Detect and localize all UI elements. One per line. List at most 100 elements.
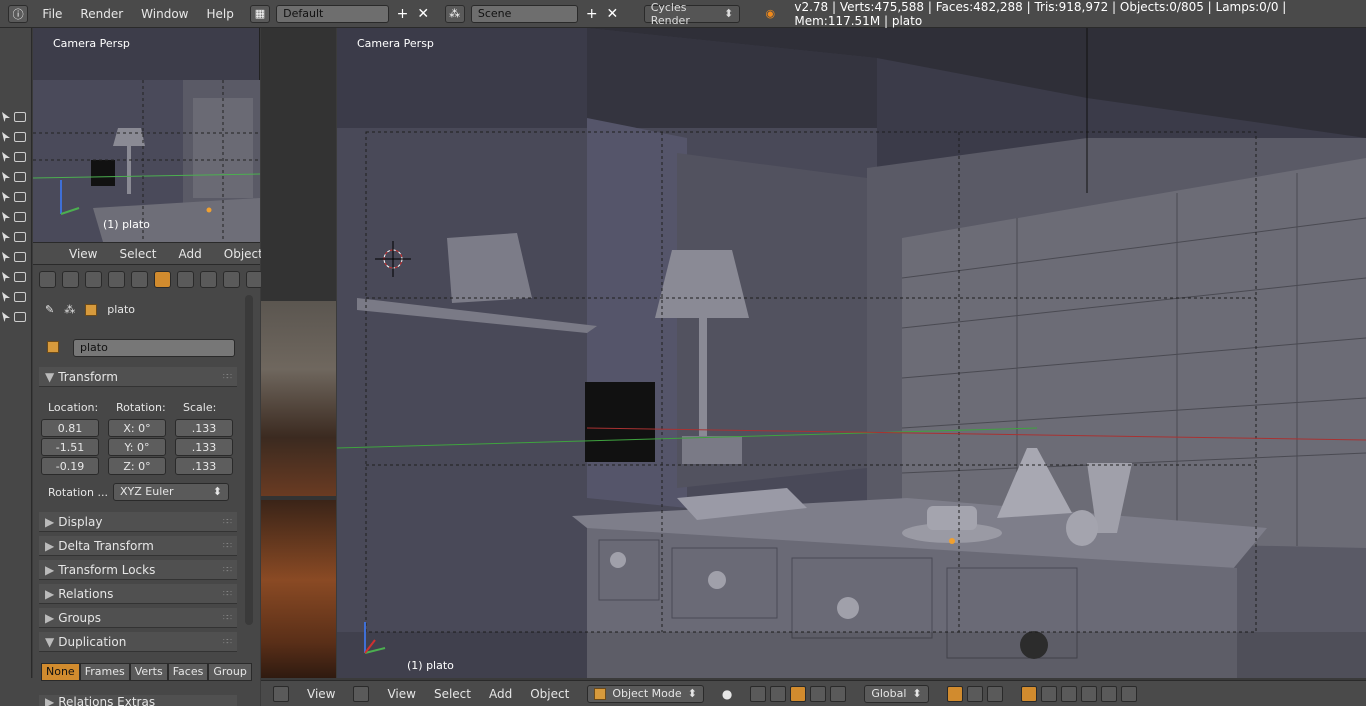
location-y-field[interactable]: -1.51 (41, 438, 99, 456)
main-3d-viewport[interactable]: Camera Persp (1) plato (337, 28, 1366, 678)
outliner-row[interactable] (2, 152, 26, 162)
render-tab-icon[interactable] (62, 271, 79, 288)
object-tab-icon[interactable] (154, 271, 171, 288)
rotation-x-field[interactable]: X: 0° (108, 419, 166, 437)
render-visibility-icon[interactable] (14, 172, 26, 182)
interaction-mode-select[interactable]: Object Mode ⬍ (587, 684, 704, 703)
scale-icon[interactable] (830, 685, 847, 702)
outliner-row[interactable] (2, 192, 26, 202)
grip-icon[interactable]: ∷∷ (223, 372, 232, 381)
render-visibility-icon[interactable] (14, 312, 26, 322)
duplication-section-header[interactable]: ▼ Duplication ∷∷ (39, 632, 237, 652)
menu-select[interactable]: Select (434, 687, 471, 701)
pin-icon[interactable]: ✎ (45, 303, 54, 316)
duplication-tab-faces[interactable]: Faces (167, 663, 209, 681)
display-section-header[interactable]: ▶ Display ∷∷ (39, 512, 237, 532)
scene-field[interactable]: Scene (470, 4, 579, 23)
grip-icon[interactable]: ∷∷ (223, 517, 232, 526)
proportional-edit-icon[interactable] (1040, 685, 1057, 702)
outliner-row[interactable] (2, 112, 26, 122)
outliner-row[interactable] (2, 252, 26, 262)
menu-help[interactable]: Help (206, 7, 233, 21)
pivot-icon[interactable] (750, 685, 767, 702)
location-z-field[interactable]: -0.19 (41, 457, 99, 475)
outliner-row[interactable] (2, 312, 26, 322)
properties-scrollbar[interactable] (245, 295, 253, 625)
rotation-mode-select[interactable]: XYZ Euler ⬍ (113, 483, 229, 501)
add-layout-icon[interactable]: + (395, 6, 410, 22)
menu-window[interactable]: Window (141, 7, 188, 21)
menu-add[interactable]: Add (489, 687, 512, 701)
transform-locks-section-header[interactable]: ▶ Transform Locks ∷∷ (39, 560, 237, 580)
rotate-icon[interactable] (810, 685, 827, 702)
scene-tab-icon[interactable] (108, 271, 125, 288)
rotation-y-field[interactable]: Y: 0° (108, 438, 166, 456)
scene-icon[interactable]: ⁂ (444, 4, 465, 23)
mini-viewport[interactable]: Camera Persp (1) plato (32, 28, 261, 242)
world-tab-icon[interactable] (131, 271, 148, 288)
layer-icon[interactable] (986, 685, 1003, 702)
snap-icon[interactable] (1060, 685, 1077, 702)
remove-layout-icon[interactable]: ✕ (416, 6, 431, 22)
data-tab-icon[interactable] (223, 271, 240, 288)
selectable-icon[interactable] (2, 152, 10, 162)
add-scene-icon[interactable]: + (584, 6, 599, 22)
properties-editor-icon[interactable] (39, 271, 56, 288)
render-visibility-icon[interactable] (14, 112, 26, 122)
menu-object[interactable]: Object (530, 687, 569, 701)
render-visibility-icon[interactable] (14, 132, 26, 142)
render-visibility-icon[interactable] (14, 192, 26, 202)
render-layers-tab-icon[interactable] (85, 271, 102, 288)
delta-transform-section-header[interactable]: ▶ Delta Transform ∷∷ (39, 536, 237, 556)
mini-menu-add[interactable]: Add (179, 247, 202, 261)
transform-section-header[interactable]: ▼ Transform ∷∷ (39, 367, 237, 387)
screen-layout-field[interactable]: Default (276, 4, 390, 23)
grip-icon[interactable]: ∷∷ (223, 541, 232, 550)
grip-icon[interactable]: ∷∷ (223, 589, 232, 598)
selectable-icon[interactable] (2, 272, 10, 282)
outliner-row[interactable] (2, 272, 26, 282)
outliner-row[interactable] (2, 292, 26, 302)
render-visibility-icon[interactable] (14, 152, 26, 162)
outliner-row[interactable] (2, 212, 26, 222)
render-visibility-icon[interactable] (14, 292, 26, 302)
transform-orientation-select[interactable]: Global ⬍ (864, 684, 929, 703)
screen-layout-icon[interactable]: ▦ (249, 4, 271, 23)
duplication-tab-group[interactable]: Group (208, 663, 252, 681)
manipulator-icon[interactable] (770, 685, 787, 702)
selectable-icon[interactable] (2, 312, 10, 322)
render-visibility-icon[interactable] (14, 212, 26, 222)
relations-extras-section-header[interactable]: ▶ Relations Extras (39, 695, 237, 706)
render-view-menu[interactable]: View (307, 687, 335, 701)
grip-icon[interactable]: ∷∷ (223, 565, 232, 574)
outliner-row[interactable] (2, 172, 26, 182)
grip-icon[interactable]: ∷∷ (223, 613, 232, 622)
menu-file[interactable]: File (42, 7, 62, 21)
remove-scene-icon[interactable]: ✕ (605, 6, 620, 22)
translate-icon[interactable] (790, 685, 807, 702)
rotation-z-field[interactable]: Z: 0° (108, 457, 166, 475)
shading-icon[interactable]: ● (722, 687, 732, 701)
render-visibility-icon[interactable] (14, 252, 26, 262)
snap-element-icon[interactable] (1080, 685, 1097, 702)
constraints-tab-icon[interactable] (177, 271, 194, 288)
grip-icon[interactable]: ∷∷ (223, 637, 232, 646)
menu-render[interactable]: Render (80, 7, 123, 21)
mini-menu-view[interactable]: View (69, 247, 97, 261)
selectable-icon[interactable] (2, 292, 10, 302)
render-visibility-icon[interactable] (14, 272, 26, 282)
mini-menu-select[interactable]: Select (119, 247, 156, 261)
duplication-tab-none[interactable]: None (41, 663, 80, 681)
duplication-tab-verts[interactable]: Verts (129, 663, 168, 681)
scale-z-field[interactable]: .133 (175, 457, 233, 475)
selectable-icon[interactable] (2, 252, 10, 262)
location-x-field[interactable]: 0.81 (41, 419, 99, 437)
selectable-icon[interactable] (2, 192, 10, 202)
render-animation-icon[interactable] (1120, 685, 1137, 702)
object-name-field[interactable]: plato (73, 339, 235, 357)
render-engine-select[interactable]: Cycles Render ⬍ (643, 1, 741, 27)
info-icon[interactable]: ⓘ (8, 4, 29, 23)
selectable-icon[interactable] (2, 172, 10, 182)
selectable-icon[interactable] (2, 212, 10, 222)
lock-layers-icon[interactable] (1020, 685, 1037, 702)
